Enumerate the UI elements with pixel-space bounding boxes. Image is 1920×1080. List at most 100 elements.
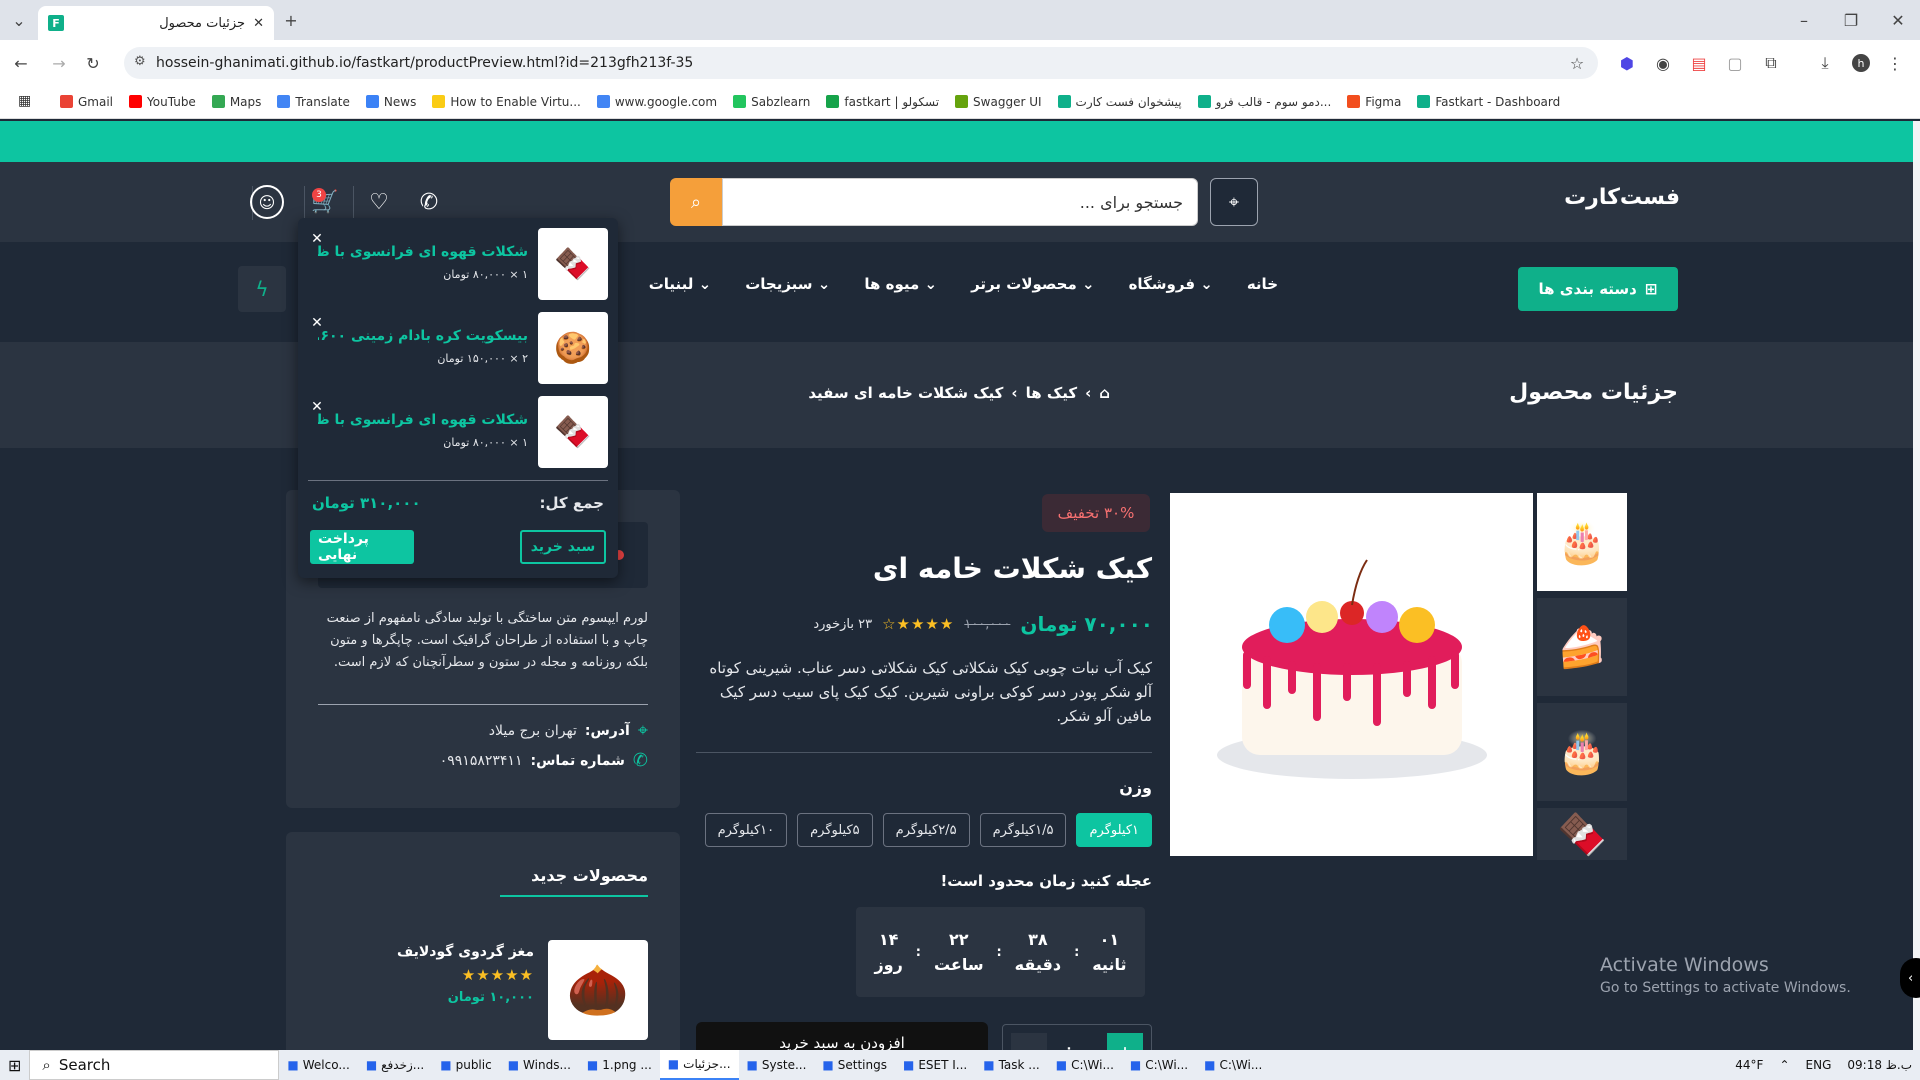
taskbar-app[interactable]: ■ Syste... bbox=[739, 1050, 815, 1080]
taskbar-app[interactable]: ■ C:\Wi... bbox=[1196, 1050, 1270, 1080]
windows-start-icon[interactable]: ⊞ bbox=[0, 1050, 29, 1080]
bookmark-item[interactable]: www.google.com bbox=[596, 95, 717, 109]
taskbar-app[interactable]: ■ C:\Wi... bbox=[1122, 1050, 1196, 1080]
taskbar-app[interactable]: ■ public bbox=[432, 1050, 499, 1080]
taskbar-search[interactable]: ⌕ Search bbox=[29, 1050, 280, 1080]
cart-item-image[interactable]: 🍪 bbox=[538, 312, 608, 384]
bookmark-item[interactable]: Sabzlearn bbox=[733, 95, 810, 109]
remove-item-icon[interactable]: ✕ bbox=[308, 398, 326, 416]
nav-item[interactable]: خانه bbox=[1247, 275, 1278, 293]
new-product-name[interactable]: مغز گردوی گودلایف bbox=[390, 944, 534, 960]
bookmark-item[interactable]: Translate bbox=[277, 95, 350, 109]
forward-icon[interactable]: → bbox=[50, 54, 68, 73]
taskbar-app[interactable]: ■ Task ... bbox=[975, 1050, 1048, 1080]
bookmark-item[interactable]: پیشخوان فست کارت bbox=[1057, 95, 1182, 109]
remove-item-icon[interactable]: ✕ bbox=[308, 314, 326, 332]
nav-item[interactable]: فروشگاه ⌄ bbox=[1129, 275, 1213, 293]
thumbnail-image[interactable]: 🎂 bbox=[1537, 703, 1627, 801]
taskbar-app[interactable]: ■ Winds... bbox=[500, 1050, 579, 1080]
weight-option[interactable]: ۱/۵کیلوگرم bbox=[979, 813, 1067, 847]
tray-chevron-icon[interactable]: ⌃ bbox=[1771, 1050, 1797, 1080]
search-input[interactable]: جستجو برای ... bbox=[722, 178, 1198, 226]
address-bar[interactable]: ⚙ hossein-ghanimati.github.io/fastkart/p… bbox=[124, 47, 1598, 79]
wishlist-heart-icon[interactable]: ♡ bbox=[362, 185, 396, 219]
menu-kebab-icon[interactable]: ⋮ bbox=[1886, 54, 1904, 73]
extension-icon-2[interactable]: ◉ bbox=[1654, 54, 1672, 73]
cart-item-image[interactable]: 🍫 bbox=[538, 396, 608, 468]
extension-icon-3[interactable]: ▤ bbox=[1690, 54, 1708, 73]
taskbar-app[interactable]: ■ زخدفع... bbox=[358, 1050, 432, 1080]
checkout-button[interactable]: پرداخت نهایی bbox=[310, 530, 414, 564]
cart-item-name[interactable]: شکلات قهوه ای فرانسوی با ظرف... bbox=[318, 244, 528, 260]
download-icon[interactable]: ⤓ bbox=[1816, 53, 1834, 72]
profile-avatar[interactable]: h bbox=[1852, 54, 1870, 72]
breadcrumb-item[interactable]: کیک ها bbox=[1026, 384, 1077, 402]
cart-item[interactable]: 🍫 شکلات قهوه ای فرانسوی با ظرف... ۱ × ۸۰,۰… bbox=[308, 228, 608, 302]
site-logo[interactable]: فست‌کارت bbox=[1564, 185, 1680, 215]
weight-option[interactable]: ۵کیلوگرم bbox=[797, 813, 873, 847]
bookmark-item[interactable]: YouTube bbox=[129, 95, 196, 109]
bookmark-star-icon[interactable]: ☆ bbox=[1568, 54, 1586, 73]
bookmark-item[interactable]: Fastkart - Dashboard bbox=[1417, 95, 1560, 109]
restore-icon[interactable]: ❐ bbox=[1842, 11, 1860, 30]
review-count[interactable]: ۲۳ بازخورد bbox=[813, 617, 872, 632]
minimize-icon[interactable]: – bbox=[1795, 11, 1813, 30]
nav-item[interactable]: لبنیات ⌄ bbox=[649, 275, 712, 293]
bookmark-item[interactable]: fastkart | تسکولو bbox=[826, 95, 939, 109]
reload-icon[interactable]: ↻ bbox=[84, 54, 102, 73]
apps-grid-icon[interactable]: ▦ bbox=[18, 93, 31, 109]
product-main-image[interactable] bbox=[1170, 493, 1533, 856]
cart-item-image[interactable]: 🍫 bbox=[538, 228, 608, 300]
bookmark-item[interactable]: Swagger UI bbox=[955, 95, 1042, 109]
weight-option[interactable]: ۲/۵کیلوگرم bbox=[882, 813, 970, 847]
bookmark-item[interactable]: Maps bbox=[211, 95, 261, 109]
extension-icon-4[interactable]: ▢ bbox=[1726, 54, 1744, 73]
phone-icon[interactable]: ✆ bbox=[412, 185, 446, 219]
cart-item[interactable]: 🍫 شکلات قهوه ای فرانسوی با ظرف... ۱ × ۸۰,۰… bbox=[308, 396, 608, 470]
bookmark-item[interactable]: دمو سوم - قالب فرو... bbox=[1197, 95, 1331, 109]
bookmark-item[interactable]: News bbox=[365, 95, 416, 109]
home-icon[interactable]: ⌂ bbox=[1099, 384, 1110, 402]
nav-item[interactable]: میوه ها ⌄ bbox=[864, 275, 937, 293]
view-cart-button[interactable]: سبد خرید bbox=[520, 530, 606, 564]
taskbar-app[interactable]: ■ ESET I... bbox=[895, 1050, 975, 1080]
taskbar-app[interactable]: ■ جزئیات... bbox=[659, 1050, 739, 1080]
site-info-icon[interactable]: ⚙ bbox=[134, 54, 146, 69]
extensions-puzzle-icon[interactable]: ⧉ bbox=[1762, 53, 1780, 72]
taskbar-app[interactable]: ■ Welco... bbox=[279, 1050, 357, 1080]
weight-option[interactable]: ۱کیلوگرم bbox=[1076, 813, 1152, 847]
new-tab-icon[interactable]: + bbox=[282, 11, 300, 30]
nav-item[interactable]: سبزیجات ⌄ bbox=[745, 275, 830, 293]
cart-item[interactable]: 🍪 بیسکویت کره بادام زمینی ۶۰۰... ۲ × ۱۵۰,۰… bbox=[308, 312, 608, 386]
weather[interactable]: 44°F bbox=[1727, 1050, 1771, 1080]
thumbnail-image[interactable]: 🍰 bbox=[1537, 598, 1627, 696]
page-scrollbar[interactable] bbox=[1913, 121, 1920, 1050]
weight-option[interactable]: ۱۰کیلوگرم bbox=[704, 813, 788, 847]
side-panel-toggle[interactable]: ‹ bbox=[1900, 958, 1920, 998]
taskbar-app[interactable]: ■ Settings bbox=[814, 1050, 895, 1080]
clock[interactable]: 09:18 ب.ظ bbox=[1839, 1050, 1920, 1080]
categories-button[interactable]: ⊞ دسته بندی ها bbox=[1518, 267, 1678, 311]
taskbar-app[interactable]: ■ 1.png ... bbox=[579, 1050, 660, 1080]
bookmark-item[interactable]: How to Enable Virtu... bbox=[432, 95, 581, 109]
extension-icon[interactable]: ⬢ bbox=[1618, 54, 1636, 73]
bookmark-item[interactable]: Figma bbox=[1347, 95, 1401, 109]
nav-item[interactable]: محصولات برتر ⌄ bbox=[971, 275, 1094, 293]
browser-tab[interactable]: F جزئیات محصول ✕ bbox=[38, 6, 274, 40]
search-button[interactable]: ⌕ bbox=[670, 178, 722, 226]
cart-item-name[interactable]: بیسکویت کره بادام زمینی ۶۰۰... bbox=[318, 328, 528, 344]
back-icon[interactable]: ← bbox=[12, 54, 30, 73]
window-close-icon[interactable]: ✕ bbox=[1889, 11, 1907, 30]
cart-item-name[interactable]: شکلات قهوه ای فرانسوی با ظرف... bbox=[318, 412, 528, 428]
bookmark-item[interactable]: Gmail bbox=[60, 95, 113, 109]
user-account-icon[interactable]: ☺ bbox=[250, 185, 284, 219]
thumbnail-image[interactable]: 🍫 bbox=[1537, 808, 1627, 860]
deals-bolt-button[interactable]: ϟ bbox=[238, 266, 286, 312]
location-button[interactable]: ⌖ bbox=[1210, 178, 1258, 226]
language-indicator[interactable]: ENG bbox=[1798, 1050, 1840, 1080]
new-product-image[interactable]: 🌰 bbox=[548, 940, 648, 1040]
taskbar-app[interactable]: ■ C:\Wi... bbox=[1048, 1050, 1122, 1080]
tab-search-icon[interactable]: ⌄ bbox=[10, 11, 28, 30]
remove-item-icon[interactable]: ✕ bbox=[308, 230, 326, 248]
tab-close-icon[interactable]: ✕ bbox=[253, 16, 264, 31]
